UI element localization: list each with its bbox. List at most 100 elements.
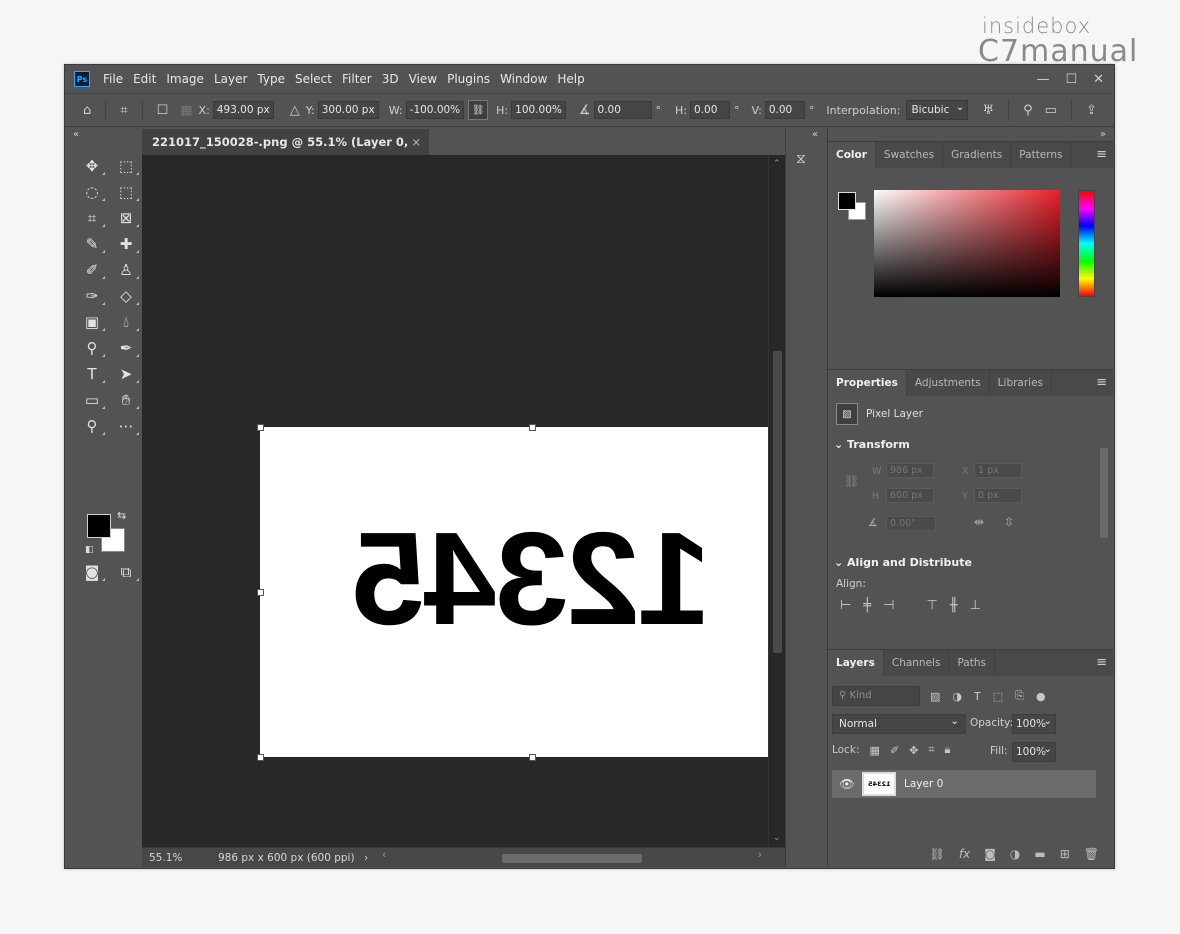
document-tab[interactable]: 221017_150028-.png @ 55.1% (Layer 0, RGB… <box>142 129 429 175</box>
menu-type[interactable]: Type <box>252 65 290 93</box>
tab-gradients[interactable]: Gradients <box>943 142 1012 168</box>
menu-window[interactable]: Window <box>495 65 552 93</box>
y-position-field[interactable]: 300.00 px <box>317 101 379 119</box>
quick-mask-icon[interactable]: ◙ <box>77 561 107 583</box>
menu-file[interactable]: File <box>98 65 128 93</box>
path-selection-tool-icon[interactable]: ➤ <box>111 363 141 385</box>
align-top-icon[interactable]: ⊤ <box>926 598 937 613</box>
v-skew-field[interactable]: 0.00 <box>764 101 805 119</box>
reference-checkbox[interactable]: ☐ <box>157 103 169 118</box>
color-picker-field[interactable] <box>874 190 1060 297</box>
x-position-field[interactable]: 493.00 px <box>212 101 274 119</box>
width-field[interactable]: 986 px <box>886 463 934 478</box>
layer-row[interactable]: 👁︎ 12345 Layer 0 <box>832 770 1096 798</box>
expand-panels-icon[interactable]: » <box>1100 129 1106 140</box>
height-scale-field[interactable]: 100.00% <box>511 101 566 119</box>
blur-tool-icon[interactable]: 💧︎ <box>111 311 141 333</box>
tab-patterns[interactable]: Patterns <box>1011 142 1072 168</box>
adjustment-layer-icon[interactable]: ◑ <box>1010 847 1020 861</box>
menu-3d[interactable]: 3D <box>377 65 404 93</box>
filter-smart-object-icon[interactable]: ⎘ <box>1015 689 1024 703</box>
link-icon[interactable]: ⛓ <box>468 100 489 120</box>
lock-all-icon[interactable]: 🔒︎ <box>945 743 951 757</box>
layer-name[interactable]: Layer 0 <box>904 778 943 790</box>
new-group-icon[interactable]: ▬ <box>1034 847 1045 861</box>
align-horizontal-center-icon[interactable]: ╪ <box>863 598 871 613</box>
close-tab-icon[interactable]: × <box>411 129 421 155</box>
share-icon[interactable]: ⇪ <box>1086 103 1097 118</box>
tab-libraries[interactable]: Libraries <box>990 370 1053 396</box>
scroll-left-icon[interactable]: ‹ <box>382 849 386 861</box>
align-right-icon[interactable]: ⊣ <box>883 598 894 613</box>
height-field[interactable]: 600 px <box>886 488 934 503</box>
move-tool-icon[interactable]: ✥ <box>77 155 107 177</box>
tab-properties[interactable]: Properties <box>828 370 907 396</box>
canvas-area[interactable]: 12345 <box>142 155 808 847</box>
zoom-tool-icon[interactable]: ⚲ <box>77 415 107 437</box>
align-vertical-center-icon[interactable]: ╫ <box>950 598 958 613</box>
history-brush-tool-icon[interactable]: ✑ <box>77 285 107 307</box>
link-dimensions-icon[interactable]: ⛓ <box>844 474 859 488</box>
new-layer-icon[interactable]: ⊞ <box>1060 847 1070 861</box>
panel-menu-icon[interactable]: ≡ <box>1096 142 1107 168</box>
history-panel-icon[interactable]: ⧖ <box>796 151 806 167</box>
menu-help[interactable]: Help <box>552 65 589 93</box>
layer-kind-filter[interactable]: ⚲ Kind <box>832 686 920 706</box>
collapse-panels-icon[interactable]: « <box>812 129 818 140</box>
relative-position-icon[interactable]: △ <box>290 103 300 118</box>
reference-point-icon[interactable]: ⌗ <box>120 103 127 118</box>
warp-icon[interactable]: ♅ <box>982 103 994 118</box>
collapse-toolbox-icon[interactable]: « <box>73 129 79 140</box>
align-bottom-icon[interactable]: ⊥ <box>970 598 981 613</box>
marquee-tool-icon[interactable]: ⬚ <box>111 155 141 177</box>
properties-scroll-thumb[interactable] <box>1100 448 1108 538</box>
close-icon[interactable]: ✕ <box>1093 72 1104 87</box>
eyedropper-tool-icon[interactable]: ✎ <box>77 233 107 255</box>
menu-select[interactable]: Select <box>290 65 337 93</box>
lock-image-icon[interactable]: ✐ <box>890 744 899 757</box>
y-field[interactable]: 0 px <box>974 488 1022 503</box>
panel-menu-icon[interactable]: ≡ <box>1096 370 1107 396</box>
scroll-down-icon[interactable]: ⌄ <box>773 833 781 843</box>
opacity-field[interactable]: 100% <box>1012 712 1056 734</box>
x-field[interactable]: 1 px <box>974 463 1022 478</box>
rectangle-tool-icon[interactable]: ▭ <box>77 389 107 411</box>
default-colors-icon[interactable]: ◧ <box>85 545 94 555</box>
menu-image[interactable]: Image <box>161 65 209 93</box>
foreground-color-swatch[interactable] <box>87 514 111 538</box>
lock-transparent-icon[interactable]: ▦ <box>869 744 879 757</box>
lasso-tool-icon[interactable]: ◌ <box>77 181 107 203</box>
visibility-eye-icon[interactable]: 👁︎ <box>836 777 858 791</box>
properties-scrollbar[interactable] <box>1099 438 1109 618</box>
tab-channels[interactable]: Channels <box>884 650 950 676</box>
object-selection-tool-icon[interactable]: ⬚ <box>111 181 141 203</box>
lock-position-icon[interactable]: ✥ <box>909 744 918 757</box>
maximize-icon[interactable]: ☐ <box>1065 72 1077 87</box>
h-skew-field[interactable]: 0.00 <box>690 101 731 119</box>
angle-field[interactable]: 0.00° <box>886 516 936 531</box>
menu-view[interactable]: View <box>404 65 442 93</box>
filter-pixel-icon[interactable]: ▨ <box>930 690 940 703</box>
tab-color[interactable]: Color <box>828 142 876 168</box>
fill-field[interactable]: 100% <box>1012 740 1056 762</box>
align-left-icon[interactable]: ⊢ <box>840 598 851 613</box>
hand-tool-icon[interactable]: ✋︎ <box>111 389 141 411</box>
transform-handle-bottom-left[interactable] <box>257 754 264 761</box>
filter-type-icon[interactable]: T <box>974 690 981 703</box>
menu-layer[interactable]: Layer <box>209 65 252 93</box>
scroll-right-icon[interactable]: › <box>758 849 762 861</box>
link-layers-icon[interactable]: ⛓ <box>930 847 945 861</box>
crop-tool-icon[interactable]: ⌗ <box>77 207 107 229</box>
type-tool-icon[interactable]: T <box>77 363 107 385</box>
hue-slider[interactable] <box>1078 190 1095 297</box>
minimize-icon[interactable]: — <box>1036 72 1049 87</box>
flip-horizontal-icon[interactable]: ⇹ <box>974 515 984 529</box>
transform-handle-bottom-center[interactable] <box>529 754 536 761</box>
horizontal-scroll-thumb[interactable] <box>502 854 642 863</box>
color-foreground-swatch[interactable] <box>838 192 856 210</box>
tab-layers[interactable]: Layers <box>828 650 884 676</box>
add-mask-icon[interactable]: ◙ <box>984 847 996 861</box>
tab-adjustments[interactable]: Adjustments <box>907 370 990 396</box>
scroll-up-icon[interactable]: ⌃ <box>773 159 781 169</box>
transform-handle-top-center[interactable] <box>529 424 536 431</box>
